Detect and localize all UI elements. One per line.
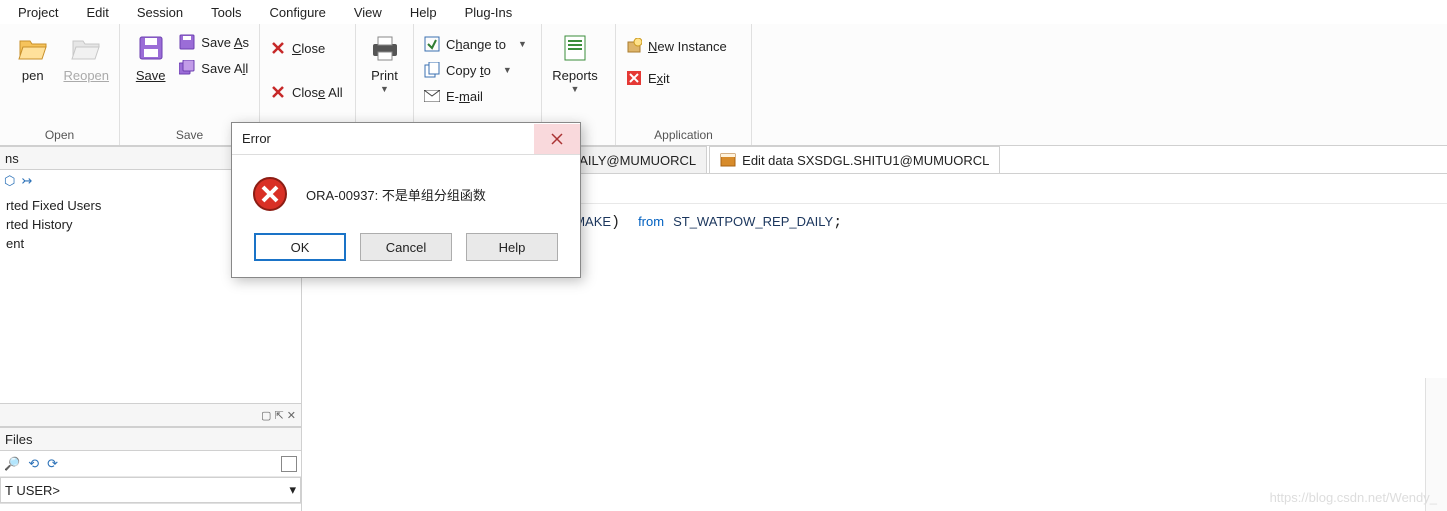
exit-label: Exit [648,71,670,86]
dialog-ok-button[interactable]: OK [254,233,346,261]
close-button[interactable]: Close [266,38,347,58]
chevron-down-icon: ▾ [289,482,296,498]
menu-project[interactable]: Project [4,2,72,23]
code-keyword: from [638,214,664,229]
error-icon [252,176,288,212]
close-icon [551,133,563,145]
save-label: Save [136,68,166,84]
toolbar-icon[interactable]: ⬡ [4,173,15,189]
close-icon [270,40,286,56]
user-select[interactable]: T USER> ▾ [0,477,301,503]
ribbon: pen Reopen Open Save Save As [0,24,1447,146]
save-all-button[interactable]: Save All [175,58,253,78]
open-label: pen [22,68,44,84]
folder-open-icon [17,32,49,64]
tab-label: Edit data SXSDGL.SHITU1@MUMUORCL [742,153,989,168]
tab-editdata-2[interactable]: Edit data SXSDGL.SHITU1@MUMUORCL [709,146,1000,173]
save-all-icon [179,60,195,76]
menu-help[interactable]: Help [396,2,451,23]
exit-button[interactable]: Exit [622,68,731,88]
reports-button[interactable]: Reports ▼ [548,28,602,98]
exit-icon [626,70,642,86]
menu-session[interactable]: Session [123,2,197,23]
close-label: Close [292,41,325,56]
code-table: ST_WATPOW_REP_DAILY [673,214,833,229]
menu-configure[interactable]: Configure [255,2,339,23]
close-all-label: Close All [292,85,343,100]
menu-tools[interactable]: Tools [197,2,255,23]
watermark: https://blog.csdn.net/Wendy_ [1270,490,1437,505]
new-instance-button[interactable]: New Instance [622,36,731,56]
save-icon [135,32,167,64]
dialog-message: ORA-00937: 不是单组分组函数 [306,185,486,204]
dialog-cancel-button[interactable]: Cancel [360,233,452,261]
save-as-button[interactable]: Save As [175,32,253,52]
close-all-button[interactable]: Close All [266,82,347,102]
menu-view[interactable]: View [340,2,396,23]
close-all-icon [270,84,286,100]
search-icon[interactable]: 🔎 [4,456,20,472]
menubar: Project Edit Session Tools Configure Vie… [0,0,1447,24]
email-label: E-mail [446,89,483,104]
copy-to-label: Copy to [446,63,491,78]
search-fwd-icon[interactable]: ⟳ [47,456,58,472]
print-button[interactable]: Print ▼ [362,28,407,98]
printer-icon [369,32,401,64]
toolbar-icon[interactable]: ↣ [21,173,32,189]
save-as-label: Save As [201,35,249,50]
files-title: Files [5,432,32,447]
panel-divider: ▢ ⇱ ✕ [0,403,301,427]
change-to-button[interactable]: Change to ▼ [420,34,531,54]
reopen-label: Reopen [63,68,109,83]
menu-plugins[interactable]: Plug-Ins [451,2,527,23]
user-select-value: T USER> [5,483,60,498]
group-app-title: Application [622,126,745,145]
folder-reopen-icon [70,32,102,64]
dialog-help-button[interactable]: Help [466,233,558,261]
save-as-icon [179,34,195,50]
dialog-titlebar[interactable]: Error [232,123,580,155]
dropdown-icon: ▼ [503,65,512,75]
dialog-close-button[interactable] [534,124,580,154]
copy-to-button[interactable]: Copy to ▼ [420,60,531,80]
open-button[interactable]: pen [6,28,60,88]
copy-to-icon [424,62,440,78]
dropdown-icon: ▼ [571,84,580,94]
new-instance-label: New Instance [648,39,727,54]
files-header: Files [0,427,301,451]
save-button[interactable]: Save [126,28,175,88]
reports-icon [559,32,591,64]
table-icon [720,152,736,168]
dialog-title: Error [242,131,534,146]
checkbox[interactable] [281,456,297,472]
panel-title: ns [5,151,19,166]
print-label: Print [371,68,398,84]
email-button[interactable]: E-mail [420,86,531,106]
dropdown-icon: ▼ [518,39,527,49]
save-all-label: Save All [201,61,248,76]
new-instance-icon [626,38,642,54]
menu-edit[interactable]: Edit [72,2,122,23]
panel-window-icons[interactable]: ▢ ⇱ ✕ [261,409,296,422]
dropdown-icon: ▼ [380,84,389,94]
reopen-button[interactable]: Reopen [60,28,114,88]
email-icon [424,88,440,104]
search-back-icon[interactable]: ⟲ [28,456,39,472]
change-to-label: Change to [446,37,506,52]
reports-label: Reports [552,68,598,84]
error-dialog: Error ORA-00937: 不是单组分组函数 OK Cancel Help [231,122,581,278]
files-toolbar: 🔎 ⟲ ⟳ [0,451,301,477]
group-open-title: Open [6,126,113,145]
change-to-icon [424,36,440,52]
